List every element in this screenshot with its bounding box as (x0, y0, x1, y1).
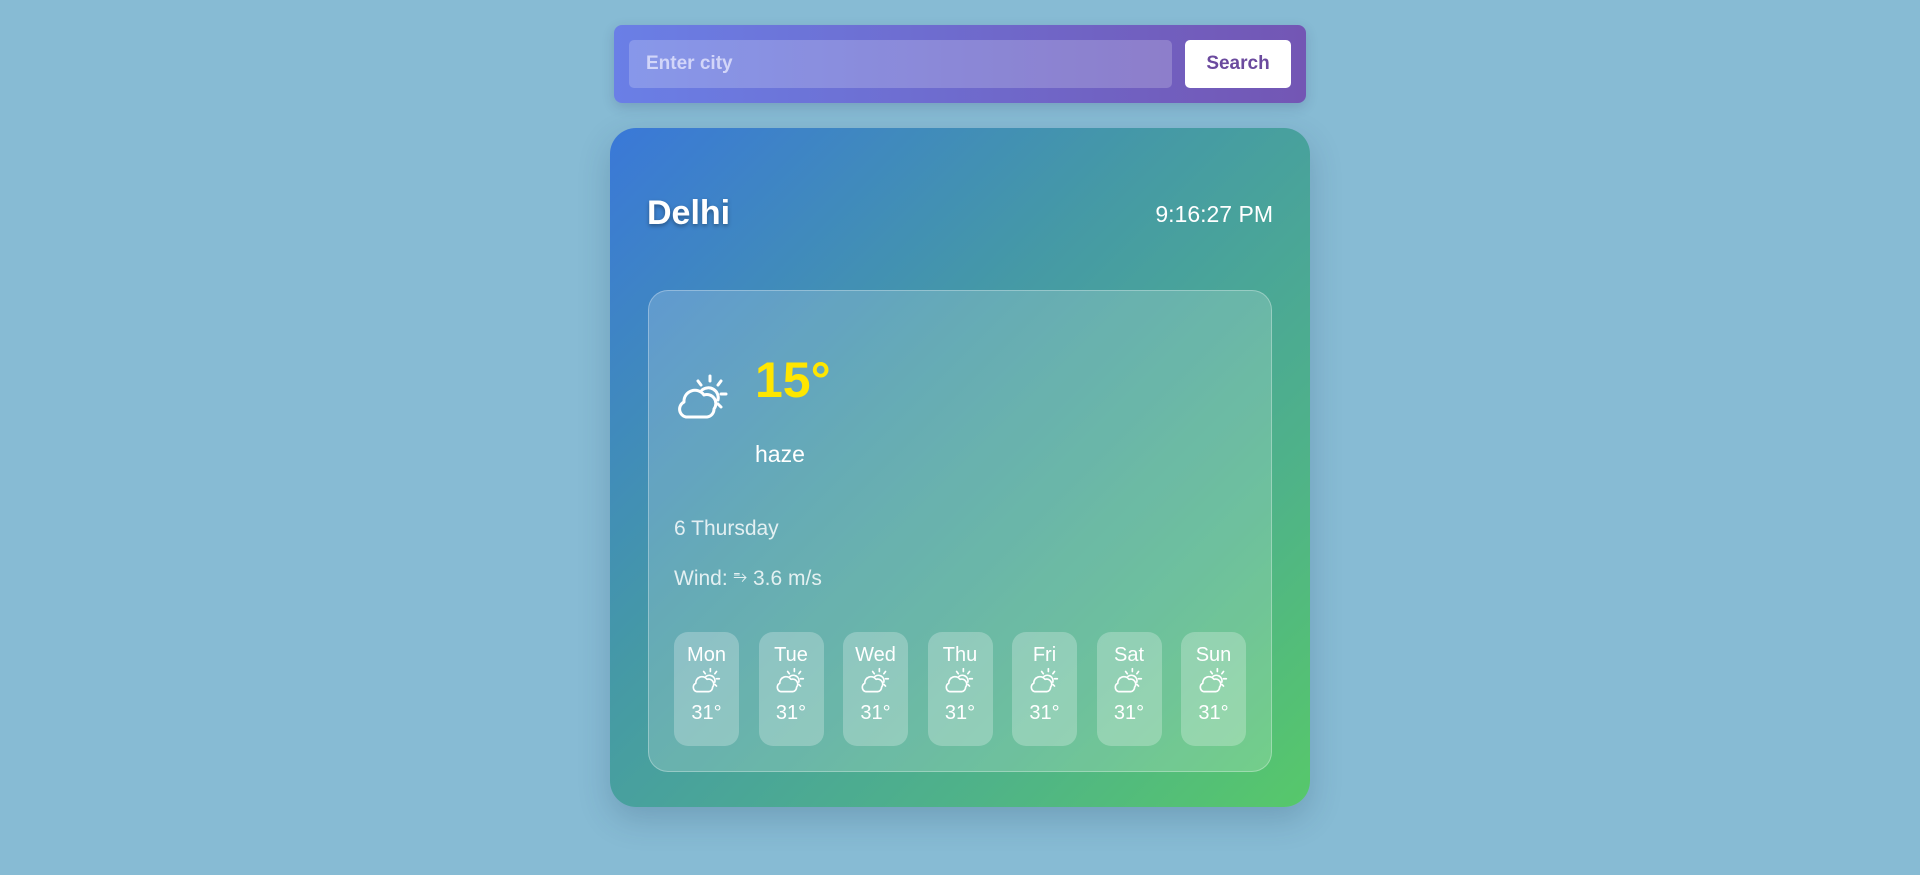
forecast-day-temp: 31° (1113, 702, 1145, 724)
forecast-day: Wed 31° (843, 632, 908, 746)
forecast-day: Mon 31° (674, 632, 739, 746)
forecast-day-temp: 31° (691, 702, 722, 724)
forecast-day-name: Tue (774, 644, 808, 666)
wind-speed: 3.6 m/s (752, 567, 822, 590)
forecast-day-temp: 31° (1198, 702, 1229, 724)
forecast-day-name: Sat (1113, 644, 1145, 666)
forecast-day-name: Wed (855, 644, 896, 666)
forecast-day-name: Sun (1195, 644, 1232, 666)
weekly-forecast: Mon 31° Tue 31° Wed 31° Thu 31° Fri 31° … (674, 632, 1259, 746)
cloud-sun-icon (678, 374, 728, 419)
cloud-sun-icon (776, 667, 805, 693)
weather-condition: haze (755, 441, 805, 467)
forecast-day-name: Fri (1032, 644, 1057, 666)
wind-info: Wind: ⥱ 3.6 m/s (674, 567, 822, 591)
cloud-sun-icon (1114, 667, 1143, 693)
cloud-sun-icon (691, 667, 720, 693)
search-bar: Search (614, 25, 1306, 103)
forecast-day-temp: 31° (860, 702, 891, 724)
forecast-day-temp: 31° (1029, 702, 1060, 724)
city-name: Delhi (647, 194, 731, 232)
forecast-day-temp: 31° (944, 702, 976, 724)
forecast-day-name: Mon (687, 644, 726, 666)
search-button[interactable]: Search (1185, 40, 1291, 88)
current-temperature: 15° (755, 352, 831, 408)
wind-icon: ⥱ (733, 567, 748, 586)
cloud-sun-icon (1029, 667, 1058, 693)
forecast-day: Fri 31° (1012, 632, 1077, 746)
cloud-sun-icon (860, 667, 889, 693)
forecast-day-temp: 31° (775, 702, 807, 724)
forecast-day: Sun 31° (1181, 632, 1246, 746)
forecast-day: Tue 31° (758, 632, 824, 746)
current-weather-panel: 15° haze 6 Thursday Wind: ⥱ 3.6 m/s Mon … (648, 290, 1272, 772)
current-date: 6 Thursday (674, 517, 779, 540)
city-search-input[interactable] (629, 40, 1172, 88)
forecast-day-name: Thu (942, 644, 978, 666)
weather-card: Delhi 9:16:27 PM 15° haze 6 Thursday Win… (610, 128, 1310, 807)
wind-label: Wind: (674, 567, 728, 590)
forecast-day: Sat 31° (1096, 632, 1162, 746)
forecast-day: Thu 31° (927, 632, 993, 746)
cloud-sun-icon (945, 667, 974, 693)
cloud-sun-icon (1198, 667, 1227, 693)
current-time: 9:16:27 PM (1155, 201, 1273, 227)
